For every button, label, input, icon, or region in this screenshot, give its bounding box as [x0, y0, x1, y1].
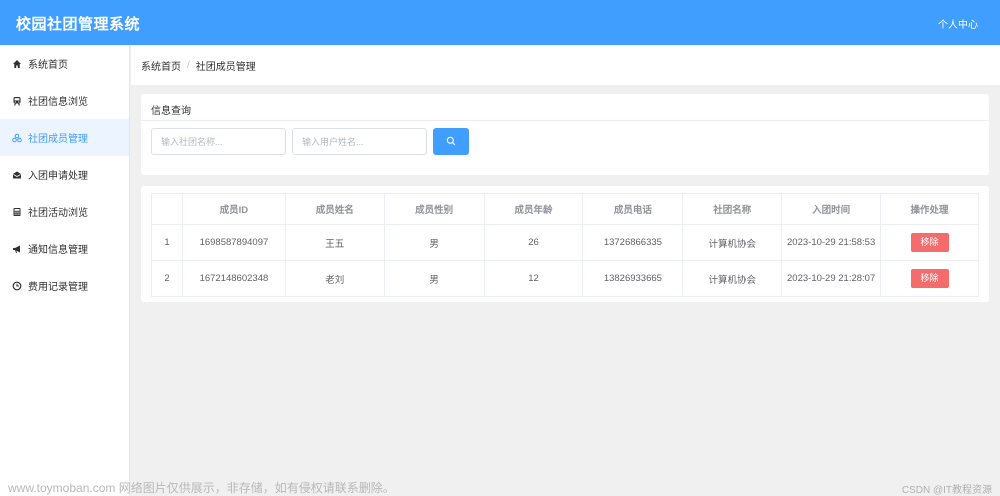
sidebar-item-members[interactable]: 社团成员管理	[0, 119, 129, 156]
cell-club: 计算机协会	[682, 224, 783, 261]
envelope-icon	[12, 170, 22, 180]
user-name-input[interactable]	[292, 128, 427, 155]
sidebar-item-notices[interactable]: 通知信息管理	[0, 230, 129, 267]
train-icon	[12, 96, 22, 106]
cell-name: 王五	[284, 224, 385, 261]
sidebar-item-applications[interactable]: 入团申请处理	[0, 156, 129, 193]
cell-id: 1672148602348	[181, 260, 286, 297]
cell-action: 移除	[880, 224, 979, 261]
group-icon	[12, 133, 22, 143]
table-row: 2 1672148602348 老刘 男 12 13826933665 计算机协…	[151, 260, 979, 297]
card-divider	[141, 120, 989, 121]
megaphone-icon	[12, 244, 22, 254]
cell-phone: 13726866335	[582, 224, 684, 261]
cell-age: 12	[483, 260, 584, 297]
cell-club: 计算机协会	[682, 260, 783, 297]
top-header: 校园社团管理系统 个人中心	[0, 0, 1000, 45]
col-phone-header: 成员电话	[582, 193, 684, 225]
breadcrumb-home[interactable]: 系统首页	[141, 58, 181, 73]
user-center-link[interactable]: 个人中心	[938, 16, 978, 31]
col-joined-header: 入团时间	[781, 193, 882, 225]
sidebar-item-label: 系统首页	[28, 60, 68, 71]
col-name-header: 成员姓名	[284, 193, 385, 225]
search-card: 信息查询	[141, 94, 989, 175]
search-card-title: 信息查询	[151, 106, 191, 117]
sidebar-item-home[interactable]: 系统首页	[0, 45, 129, 82]
cell-name: 老刘	[284, 260, 385, 297]
sidebar-item-label: 社团信息浏览	[28, 97, 88, 108]
clock-icon	[12, 281, 22, 291]
col-index-header	[151, 193, 183, 225]
col-club-header: 社团名称	[682, 193, 783, 225]
col-age-header: 成员年龄	[483, 193, 584, 225]
cell-index: 1	[151, 224, 183, 261]
cell-id: 1698587894097	[181, 224, 286, 261]
club-name-input[interactable]	[151, 128, 286, 155]
cell-gender: 男	[383, 260, 485, 297]
col-gender-header: 成员性别	[383, 193, 485, 225]
sidebar-item-label: 通知信息管理	[28, 245, 88, 256]
sidebar: 系统首页 社团信息浏览 社团成员管理 入团申请处理 社团活动浏览 通知信息管理	[0, 45, 130, 496]
table-row: 1 1698587894097 王五 男 26 13726866335 计算机协…	[151, 224, 979, 261]
calculator-icon	[12, 207, 22, 217]
table-header-row: 成员ID 成员姓名 成员性别 成员年龄 成员电话 社团名称 入团时间 操作处理	[151, 193, 979, 225]
sidebar-item-label: 社团成员管理	[28, 134, 88, 145]
members-table: 成员ID 成员姓名 成员性别 成员年龄 成员电话 社团名称 入团时间 操作处理 …	[151, 193, 979, 297]
watermark-left: www.toymoban.com 网络图片仅供展示，非存储，如有侵权请联系删除。	[8, 481, 395, 495]
sidebar-item-label: 费用记录管理	[28, 282, 88, 293]
sidebar-item-label: 社团活动浏览	[28, 208, 88, 219]
home-icon	[12, 59, 22, 69]
col-action-header: 操作处理	[880, 193, 979, 225]
remove-button[interactable]: 移除	[910, 233, 949, 252]
cell-age: 26	[483, 224, 584, 261]
sidebar-item-fees[interactable]: 费用记录管理	[0, 267, 129, 304]
sidebar-item-club-info[interactable]: 社团信息浏览	[0, 82, 129, 119]
app-title: 校园社团管理系统	[16, 16, 141, 33]
breadcrumb: 系统首页 / 社团成员管理	[131, 45, 1000, 85]
watermark-right: CSDN @IT教程资源	[901, 485, 992, 496]
cell-phone: 13826933665	[582, 260, 684, 297]
breadcrumb-current: 社团成员管理	[195, 61, 256, 73]
cell-joined: 2023-10-29 21:28:07	[781, 260, 882, 297]
remove-button[interactable]: 移除	[910, 269, 949, 288]
search-button[interactable]	[433, 128, 469, 155]
search-icon	[446, 133, 456, 151]
members-table-card: 成员ID 成员姓名 成员性别 成员年龄 成员电话 社团名称 入团时间 操作处理 …	[141, 186, 989, 302]
cell-index: 2	[151, 260, 183, 297]
cell-action: 移除	[880, 260, 979, 297]
sidebar-item-activities[interactable]: 社团活动浏览	[0, 193, 129, 230]
col-id-header: 成员ID	[181, 193, 286, 225]
cell-joined: 2023-10-29 21:58:53	[781, 224, 882, 261]
sidebar-item-label: 入团申请处理	[28, 171, 88, 182]
breadcrumb-separator: /	[187, 59, 190, 71]
cell-gender: 男	[383, 224, 485, 261]
